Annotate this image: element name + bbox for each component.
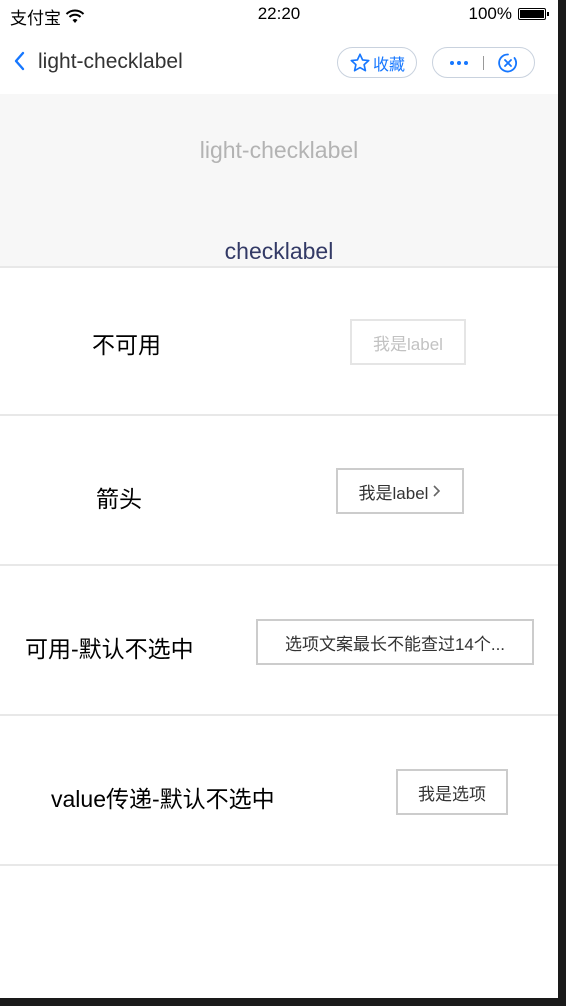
screen-edge-bottom — [0, 998, 566, 1006]
nav-bar: light-checklabel 收藏 — [0, 30, 558, 94]
section-label: 箭头 — [96, 486, 142, 512]
favorite-label: 收藏 — [372, 56, 405, 74]
checklabel-text: 选项文案最长不能查过14个... — [284, 634, 506, 654]
checklabel-text: 我是label — [373, 334, 443, 354]
more-icon[interactable] — [447, 56, 471, 70]
screen-edge-right — [558, 0, 566, 1006]
checklabel-text: 我是label — [358, 483, 429, 503]
battery-icon — [518, 8, 549, 20]
page-subtitle: checklabel — [224, 238, 334, 264]
checklabel-long[interactable]: 选项文案最长不能查过14个... — [256, 619, 534, 665]
bottom-divider — [0, 864, 558, 866]
app-screen: 支付宝 22:20 100% light-checklabel 收藏 light… — [0, 0, 558, 998]
checklabel-arrow[interactable]: 我是label — [336, 468, 464, 514]
favorite-button[interactable]: 收藏 — [337, 47, 417, 78]
chevron-right-icon — [433, 485, 441, 497]
section-label: 不可用 — [92, 332, 161, 358]
mini-program-capsule — [432, 47, 535, 78]
section-disabled: 不可用 我是label — [0, 266, 558, 412]
status-battery: 100% — [468, 4, 549, 24]
checklabel-disabled: 我是label — [350, 319, 466, 365]
page-header: light-checklabel checklabel — [0, 94, 558, 266]
page-title: light-checklabel — [199, 137, 359, 163]
section-label: 可用-默认不选中 — [25, 636, 194, 662]
section-arrow: 箭头 我是label — [0, 414, 558, 560]
status-bar: 支付宝 22:20 100% — [0, 0, 558, 30]
section-normal: 可用-默认不选中 选项文案最长不能查过14个... — [0, 564, 558, 710]
close-circle-icon[interactable] — [497, 52, 519, 74]
checklabel-value[interactable]: 我是选项 — [396, 769, 508, 815]
nav-title: light-checklabel — [38, 50, 183, 73]
battery-percent: 100% — [468, 4, 512, 23]
star-icon — [350, 52, 370, 72]
section-value: value传递-默认不选中 我是选项 — [0, 714, 558, 860]
capsule-divider — [483, 56, 484, 70]
section-label: value传递-默认不选中 — [51, 786, 275, 812]
back-chevron-icon[interactable] — [12, 50, 28, 72]
checklabel-text: 我是选项 — [418, 784, 486, 804]
